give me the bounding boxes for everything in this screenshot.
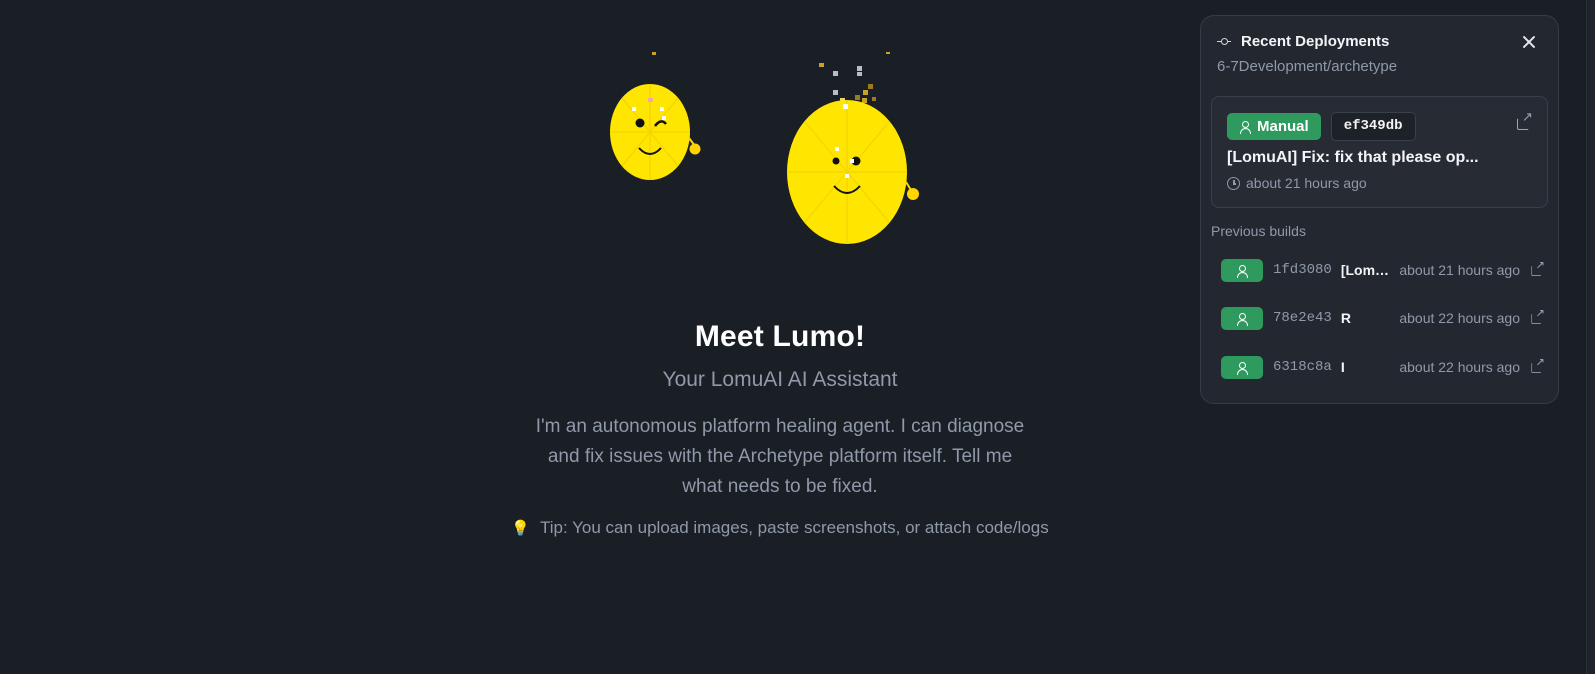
welcome-hero: Meet Lumo! Your LomuAI AI Assistant I'm … — [460, 320, 1100, 538]
previous-builds-label: Previous builds — [1211, 223, 1306, 239]
page-scrollbar[interactable] — [1586, 0, 1595, 674]
recent-deployments-panel: Recent Deployments 6-7Development/archet… — [1200, 15, 1559, 404]
build-commit-hash: 1fd3080 — [1273, 262, 1332, 278]
upload-tip: 💡 Tip: You can upload images, paste scre… — [460, 518, 1100, 538]
hero-title: Meet Lumo! — [694, 320, 866, 353]
git-commit-icon — [1217, 37, 1231, 47]
build-time: about 22 hours ago — [1399, 310, 1520, 326]
lumo-mascot-illustration — [610, 52, 919, 244]
user-icon — [1239, 120, 1251, 134]
deployment-time-text: about 21 hours ago — [1246, 175, 1367, 191]
user-icon — [1236, 264, 1248, 278]
external-link-icon[interactable] — [1531, 259, 1545, 277]
build-commit-message: [LomuAI] Fix — [1340, 262, 1392, 278]
hero-description: I'm an autonomous platform healing agent… — [535, 416, 1025, 497]
external-link-icon[interactable] — [1531, 356, 1545, 374]
manual-trigger-badge — [1221, 306, 1263, 330]
panel-title: Recent Deployments — [1217, 33, 1542, 50]
build-external-link[interactable] — [1530, 356, 1546, 375]
commit-message: [LomuAI] Fix: fix that please op... — [1227, 149, 1479, 166]
lightbulb-icon: 💡 — [511, 520, 530, 537]
build-time: about 22 hours ago — [1399, 359, 1520, 375]
latest-deployment-badges: Manual ef349db — [1227, 112, 1416, 141]
external-link-icon[interactable] — [1517, 110, 1533, 131]
build-commit-hash: 78e2e43 — [1273, 310, 1332, 326]
build-external-link[interactable] — [1530, 307, 1546, 326]
build-commit-message: R — [1340, 310, 1351, 326]
trigger-label: Manual — [1257, 118, 1309, 135]
build-external-link[interactable] — [1530, 259, 1546, 278]
build-row[interactable]: 1fd3080 [LomuAI] Fix about 21 hours ago — [1221, 257, 1546, 283]
build-row[interactable]: 6318c8a I about 22 hours ago — [1221, 354, 1546, 380]
panel-header: Recent Deployments 6-7Development/archet… — [1217, 33, 1542, 75]
repository-name: 6-7Development/archetype — [1217, 58, 1398, 75]
deployment-time: about 21 hours ago — [1227, 175, 1367, 191]
trigger-badge: Manual — [1227, 113, 1321, 140]
manual-trigger-badge — [1221, 355, 1263, 379]
tip-text: Tip: You can upload images, paste screen… — [539, 518, 1049, 537]
build-time: about 21 hours ago — [1399, 262, 1520, 278]
close-panel-button[interactable] — [1518, 31, 1540, 53]
clock-icon — [1227, 176, 1240, 190]
panel-title-text: Recent Deployments — [1241, 33, 1390, 50]
commit-hash: ef349db — [1330, 112, 1416, 141]
build-commit-hash: 6318c8a — [1273, 359, 1332, 375]
hero-subtitle: Your LomuAI AI Assistant — [662, 368, 898, 391]
external-link-icon[interactable] — [1531, 307, 1545, 325]
user-icon — [1236, 361, 1248, 375]
lumo-mascots — [600, 50, 960, 260]
latest-deployment-card[interactable]: Manual ef349db [LomuAI] Fix: fix that pl… — [1211, 96, 1548, 208]
user-icon — [1236, 312, 1248, 326]
manual-trigger-badge — [1221, 258, 1263, 282]
build-row[interactable]: 78e2e43 R about 22 hours ago — [1221, 305, 1546, 331]
build-commit-message: I — [1340, 359, 1345, 375]
